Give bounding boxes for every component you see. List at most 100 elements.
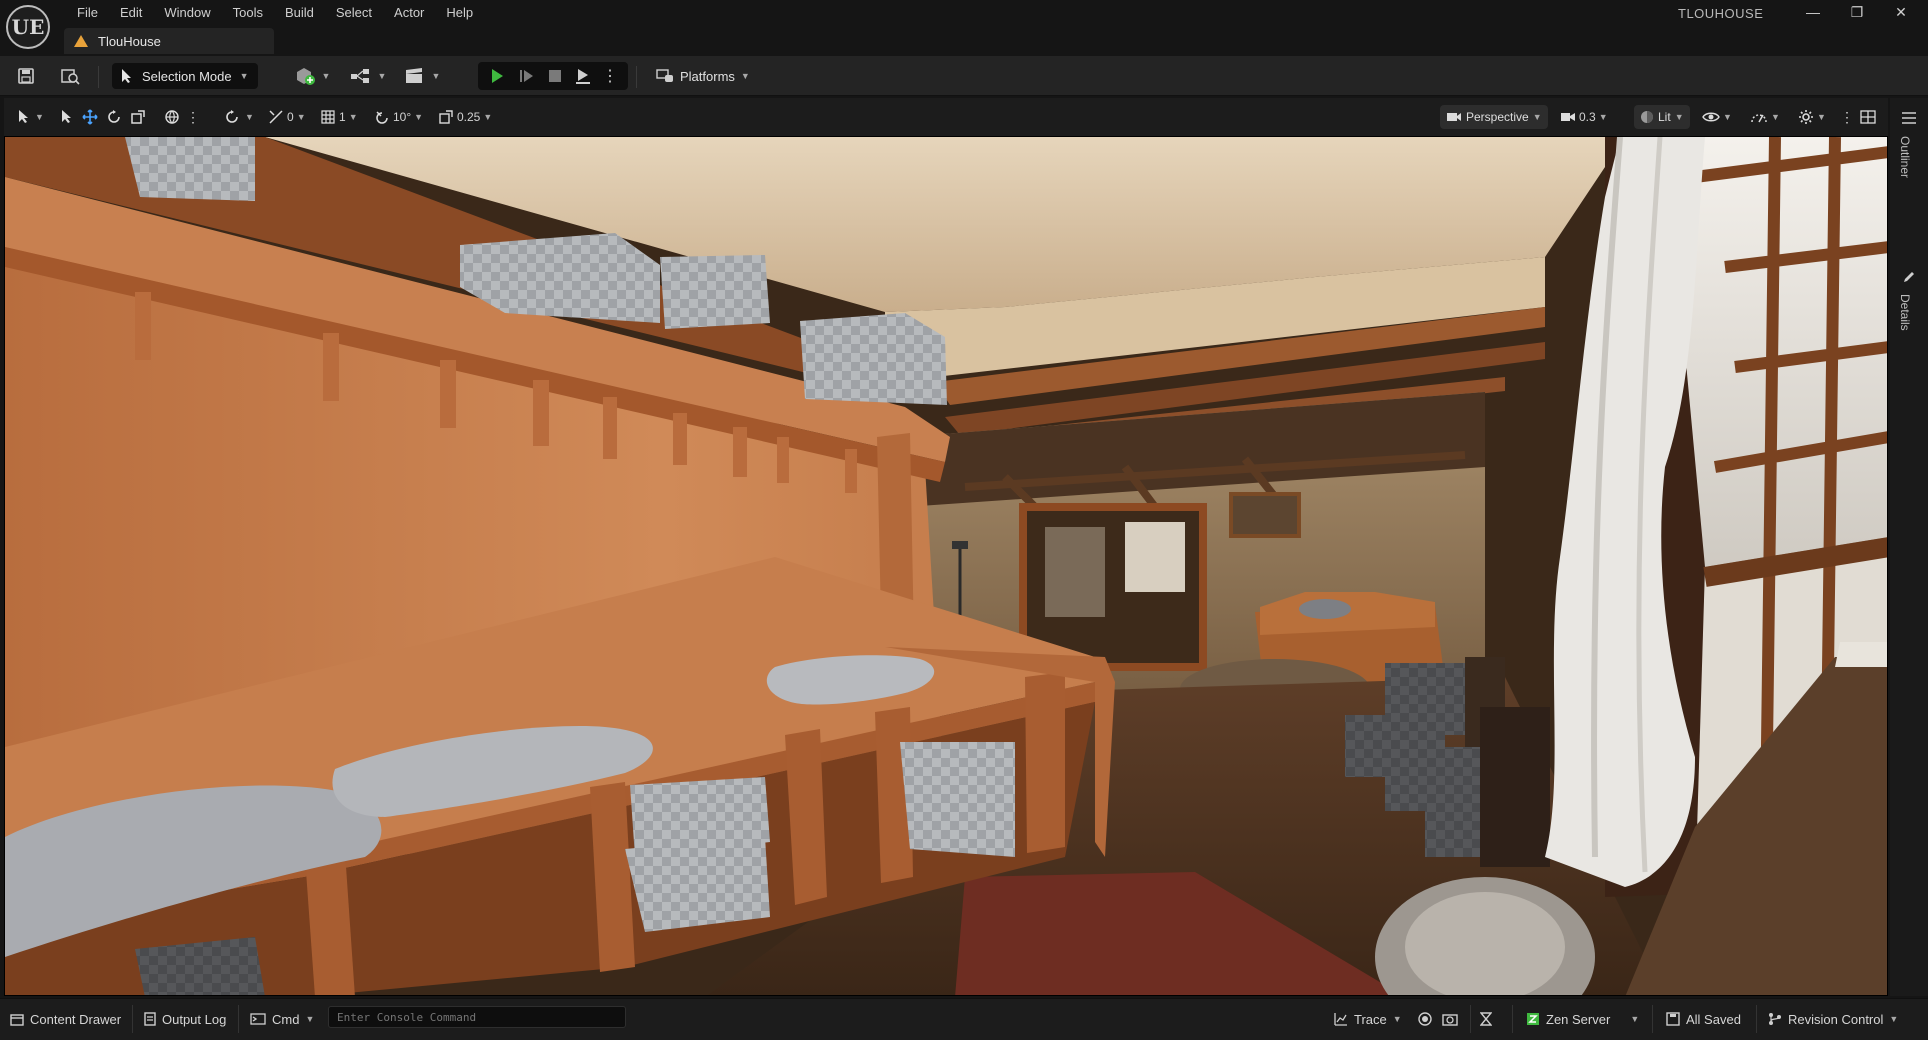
trace-label: Trace [1354,1011,1387,1027]
details-tab[interactable]: Details [1898,294,1912,331]
scale-snap-icon [439,110,453,124]
show-flags-dropdown[interactable]: ▼ [1702,107,1732,127]
layout-grid-icon[interactable] [1860,107,1876,127]
save-icon[interactable] [12,62,40,90]
close-icon[interactable]: ✕ [1878,0,1924,24]
chevron-down-icon: ▼ [377,71,387,81]
add-actor-button[interactable]: ▼ [292,62,332,90]
cinematics-button[interactable]: ▼ [402,62,442,90]
chevron-down-icon: ▼ [296,112,306,122]
cursor-icon [19,110,28,123]
screenshot-icon[interactable] [1442,1009,1458,1029]
toolbar-divider [98,66,99,88]
zen-server-dropdown[interactable]: Zen Server ▼ [1526,1009,1639,1029]
hourglass-icon[interactable] [1480,1009,1492,1029]
saved-icon [1666,1012,1680,1026]
viewport-toolbar: ▼ ⋮ ▼ 0 ▼ 1 ▼ 10° ▼ 0.25 ▼ Perspective ▼… [4,98,1888,136]
camera-icon [1447,113,1461,121]
menu-actor[interactable]: Actor [383,3,435,23]
terminal-icon [250,1013,266,1025]
menu-edit[interactable]: Edit [109,3,153,23]
camera-speed-value: 0.3 [1579,110,1596,124]
performance-dropdown[interactable]: ▼ [1750,107,1780,127]
grid-icon [321,110,335,124]
viewport-options-icon[interactable]: ⋮ [1840,107,1854,127]
viewport-settings-dropdown[interactable]: ▼ [1798,107,1826,127]
play-controls: ⋮ [478,62,628,90]
log-icon [144,1012,156,1026]
angle-snap-toggle[interactable]: 10° ▼ [374,107,423,127]
chevron-down-icon: ▼ [1674,112,1684,122]
scene-render [5,137,1887,995]
selection-mode-label: Selection Mode [142,68,232,84]
blueprints-button[interactable]: ▼ [348,62,388,90]
play-icon[interactable] [484,62,510,90]
platforms-label: Platforms [680,68,735,84]
lit-sphere-icon [1641,111,1653,123]
menu-build[interactable]: Build [274,3,325,23]
advance-frame-icon[interactable] [514,62,540,90]
play-options-icon[interactable]: ⋮ [600,62,620,90]
chevron-down-icon: ▼ [1817,112,1826,122]
minimize-icon[interactable]: — [1790,0,1836,24]
level-viewport[interactable] [4,136,1888,996]
grid-snap-toggle[interactable]: 1 ▼ [320,107,358,127]
stop-icon[interactable] [542,62,568,90]
translate-tool-icon[interactable] [82,107,98,127]
restore-icon[interactable]: ❐ [1834,0,1880,24]
outliner-tab[interactable]: Outliner [1898,136,1912,178]
details-pencil-icon[interactable] [1902,270,1916,287]
chevron-down-icon: ▼ [35,112,44,122]
record-icon[interactable] [1418,1009,1432,1029]
all-saved-button[interactable]: All Saved [1666,1009,1741,1029]
eject-icon[interactable] [570,62,596,90]
viewport-select-mode[interactable]: ▼ [16,107,44,127]
cmd-dropdown[interactable]: Cmd ▼ [250,1009,314,1029]
chevron-down-icon: ▼ [239,71,249,81]
branch-icon [1769,1013,1781,1025]
gauge-icon [1751,114,1767,123]
eye-icon [1702,112,1720,122]
revision-control-label: Revision Control [1788,1011,1884,1027]
angle-snap-icon [376,111,388,124]
chevron-down-icon: ▼ [1771,112,1780,122]
platforms-dropdown[interactable]: Platforms ▼ [648,63,758,89]
add-actor-icon [296,68,315,85]
select-arrow-icon [122,69,131,83]
scale-snap-toggle[interactable]: 0.25 ▼ [438,107,492,127]
menu-help[interactable]: Help [435,3,484,23]
revision-control-dropdown[interactable]: Revision Control ▼ [1768,1009,1898,1029]
content-drawer-button[interactable]: Content Drawer [10,1009,121,1029]
scale-tool-icon[interactable] [130,107,146,127]
rotation-snap-toggle[interactable]: 0 ▼ [268,107,306,127]
cmd-label: Cmd [272,1011,300,1027]
status-divider [1512,1005,1513,1033]
browse-icon[interactable] [56,62,84,90]
status-divider [1470,1005,1471,1033]
output-log-label: Output Log [162,1011,227,1027]
rotate-tool-icon[interactable] [106,107,122,127]
side-panel-strip: Outliner Details [1890,98,1928,996]
level-tab[interactable]: TlouHouse [64,28,274,54]
perspective-dropdown[interactable]: Perspective ▼ [1440,105,1548,129]
menu-window[interactable]: Window [153,3,221,23]
selection-mode-dropdown[interactable]: Selection Mode ▼ [112,63,258,89]
surface-snap-toggle[interactable]: ▼ [224,107,254,127]
menu-file[interactable]: File [66,3,109,23]
chevron-down-icon: ▼ [1392,1014,1402,1024]
select-tool-icon[interactable] [60,107,74,127]
menu-tools[interactable]: Tools [222,3,274,23]
zen-server-icon [1527,1013,1539,1025]
world-local-icon[interactable] [164,107,180,127]
chevron-down-icon: ▼ [305,1014,315,1024]
transform-options-icon[interactable]: ⋮ [186,107,200,127]
menu-select[interactable]: Select [325,3,383,23]
output-log-button[interactable]: Output Log [144,1009,226,1029]
menu-lines-icon[interactable] [1902,112,1916,127]
unreal-logo-icon[interactable]: UE [6,5,50,49]
lighting-mode-dropdown[interactable]: Lit ▼ [1634,105,1690,129]
trace-dropdown[interactable]: Trace ▼ [1334,1009,1402,1029]
chevron-down-icon: ▼ [483,112,493,122]
camera-speed-dropdown[interactable]: 0.3 ▼ [1560,107,1608,127]
console-command-input[interactable] [328,1006,626,1028]
